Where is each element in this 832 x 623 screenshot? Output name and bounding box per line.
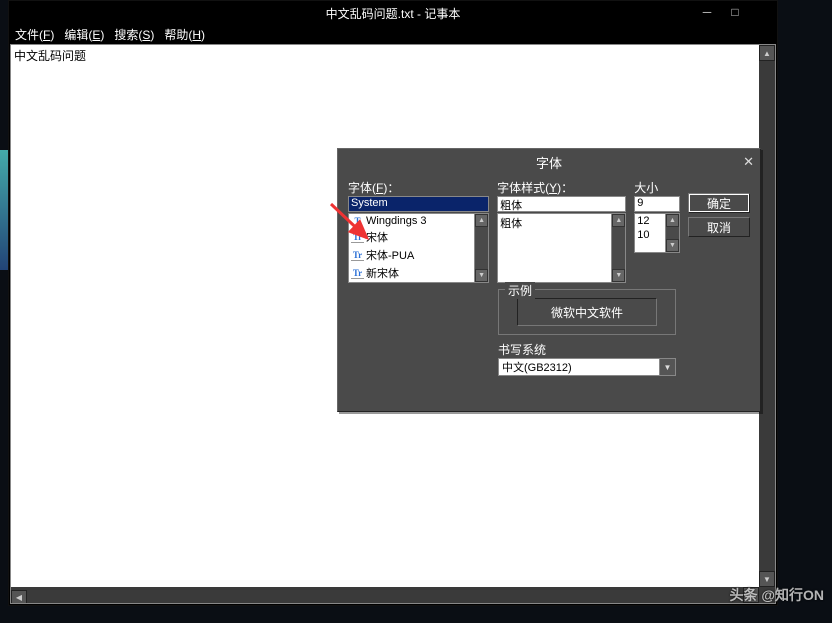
window-controls: ─ □ [693, 1, 777, 23]
chevron-down-icon[interactable]: ▼ [659, 359, 675, 375]
truetype-icon: T [351, 216, 364, 227]
cancel-button[interactable]: 取消 [688, 217, 750, 237]
truetype-icon: Tr [351, 268, 364, 279]
maximize-button[interactable]: □ [721, 1, 749, 23]
sample-fieldset: 示例 微软中文软件 [498, 289, 676, 335]
script-value: 中文(GB2312) [499, 359, 659, 375]
scroll-down-icon[interactable]: ▼ [475, 269, 488, 282]
sample-legend: 示例 [505, 282, 535, 299]
ok-button[interactable]: 确定 [688, 193, 750, 213]
menu-edit[interactable]: 编辑(E) [62, 26, 106, 43]
menubar: 文件(F) 编辑(E) 搜索(S) 帮助(H) [9, 25, 777, 43]
editor-content: 中文乱码问题 [11, 45, 775, 66]
style-label: 字体样式(Y)： [497, 179, 626, 196]
dialog-close-icon[interactable]: ✕ [743, 154, 754, 170]
font-input[interactable]: System [348, 196, 489, 212]
window-title: 中文乱码问题.txt - 记事本 [326, 5, 461, 22]
list-item[interactable]: TWingdings 3 [349, 214, 488, 228]
list-item[interactable]: Tr宋体-PUA [349, 246, 488, 264]
font-label: 字体(F)： [348, 179, 489, 196]
truetype-icon: Tr [351, 232, 364, 243]
sample-text: 微软中文软件 [517, 298, 657, 326]
list-item[interactable]: Tr新宋体 [349, 264, 488, 282]
horizontal-scrollbar[interactable]: ◀ ▶ [11, 587, 759, 603]
scroll-up-icon[interactable]: ▲ [666, 214, 679, 227]
menu-search[interactable]: 搜索(S) [112, 26, 156, 43]
list-item[interactable]: Tr宋体 [349, 228, 488, 246]
scroll-down-icon[interactable]: ▼ [666, 239, 679, 252]
dialog-titlebar[interactable]: 字体 ✕ [338, 149, 760, 175]
truetype-icon: Tr [351, 250, 364, 261]
menu-file[interactable]: 文件(F) [13, 26, 56, 43]
size-listbox[interactable]: 12 10 ▲▼ [634, 213, 680, 253]
size-input[interactable]: 9 [634, 196, 680, 212]
font-dialog: 字体 ✕ 字体(F)： System TWingdings 3 Tr宋体 Tr宋… [337, 148, 761, 412]
vertical-scrollbar[interactable]: ▲ ▼ [759, 45, 775, 587]
listbox-scrollbar[interactable]: ▲▼ [474, 214, 488, 282]
scroll-down-icon[interactable]: ▼ [612, 269, 625, 282]
menu-help[interactable]: 帮助(H) [162, 26, 207, 43]
style-listbox[interactable]: 粗体 ▲▼ [497, 213, 626, 283]
scroll-up-icon[interactable]: ▲ [759, 45, 775, 61]
listbox-scrollbar[interactable]: ▲▼ [665, 214, 679, 252]
style-input[interactable]: 粗体 [497, 196, 626, 212]
dialog-title: 字体 [536, 153, 562, 172]
desktop-edge [0, 150, 8, 270]
size-label: 大小 [634, 179, 680, 196]
close-button[interactable] [749, 1, 777, 23]
scroll-up-icon[interactable]: ▲ [612, 214, 625, 227]
dialog-body: 字体(F)： System TWingdings 3 Tr宋体 Tr宋体-PUA… [338, 175, 760, 411]
script-label: 书写系统 [498, 341, 676, 358]
scroll-up-icon[interactable]: ▲ [475, 214, 488, 227]
font-listbox[interactable]: TWingdings 3 Tr宋体 Tr宋体-PUA Tr新宋体 ▲▼ [348, 213, 489, 283]
titlebar[interactable]: 中文乱码问题.txt - 记事本 ─ □ [9, 1, 777, 25]
watermark: 头条 @知行ON [729, 585, 824, 605]
minimize-button[interactable]: ─ [693, 1, 721, 23]
list-item[interactable]: 粗体 [498, 214, 625, 232]
listbox-scrollbar[interactable]: ▲▼ [611, 214, 625, 282]
scroll-left-icon[interactable]: ◀ [11, 590, 27, 605]
script-combobox[interactable]: 中文(GB2312) ▼ [498, 358, 676, 376]
